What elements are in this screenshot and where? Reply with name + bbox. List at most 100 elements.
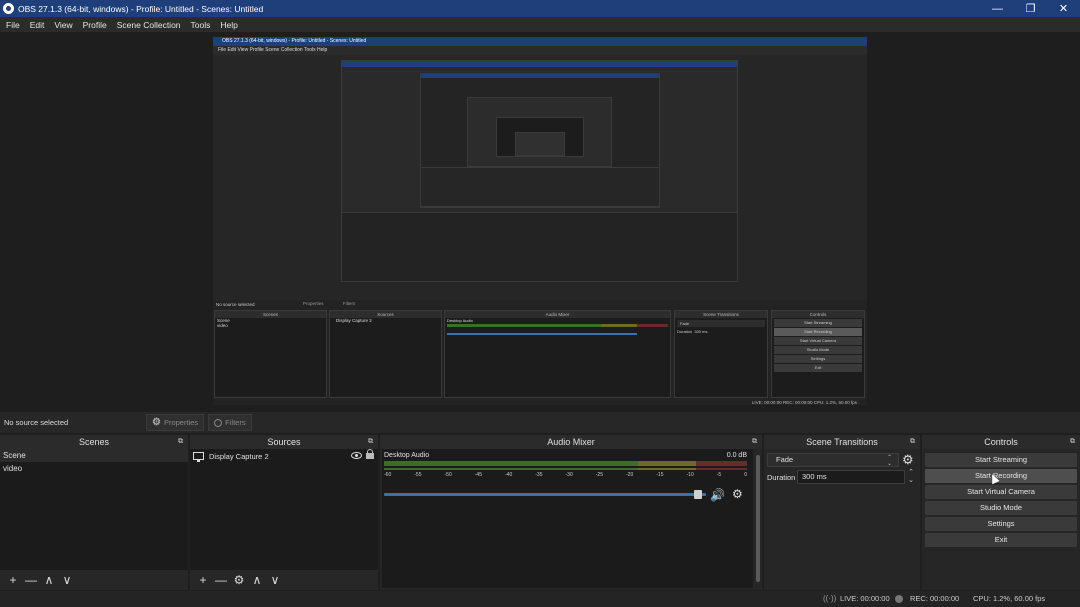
mixer-channel: Desktop Audio 0.0 dB -60 -55 -50 -45 -40… xyxy=(382,449,753,588)
scenes-list[interactable]: Scene video xyxy=(0,449,188,570)
undock-icon[interactable]: ⧉ xyxy=(752,435,757,449)
preview-duration-label-text: Duration xyxy=(677,329,693,334)
mixer-scrollbar[interactable] xyxy=(754,449,762,588)
preview-nested-docks: No source selected Properties Filters Sc… xyxy=(213,300,867,405)
filters-label: Filters xyxy=(225,418,246,427)
source-toolbar: No source selected ⚙ Properties Filters xyxy=(0,412,1080,433)
preview-controls-panel: Controls Start Streaming Start Recording… xyxy=(771,310,865,398)
lock-icon[interactable] xyxy=(366,449,374,459)
meter-tick: -25 xyxy=(595,472,603,478)
meter-tick: -20 xyxy=(626,472,634,478)
live-status: LIVE: 00:00:00 xyxy=(840,594,890,603)
preview-no-source: No source selected xyxy=(216,302,255,307)
scenes-footer: + — ∧ ∨ xyxy=(0,570,188,590)
controls-title: Controls xyxy=(984,437,1018,447)
settings-button[interactable]: Settings xyxy=(925,517,1077,531)
mixer-title: Audio Mixer xyxy=(547,437,595,447)
move-up-button[interactable]: ∧ xyxy=(40,572,58,588)
properties-label: Properties xyxy=(163,418,199,427)
exit-button[interactable]: Exit xyxy=(925,533,1077,547)
preview-filters: Filters xyxy=(343,301,356,306)
studio-mode-button[interactable]: Studio Mode xyxy=(925,501,1077,515)
menu-view[interactable]: View xyxy=(54,20,72,30)
duration-input[interactable]: 300 ms xyxy=(797,470,905,484)
scenes-title: Scenes xyxy=(78,437,110,447)
menu-scene-collection[interactable]: Scene Collection xyxy=(117,20,181,30)
cpu-status: CPU: 1.2%, 60.00 fps xyxy=(973,594,1046,603)
meter-tick: -35 xyxy=(535,472,543,478)
gear-icon[interactable]: ⚙ xyxy=(732,487,743,501)
move-down-button[interactable]: ∨ xyxy=(266,572,284,588)
properties-button[interactable]: ⚙ Properties xyxy=(146,414,205,431)
preview-settings: Settings xyxy=(774,355,862,363)
preview-start-streaming: Start Streaming xyxy=(774,319,862,327)
mixer-dock-header: Audio Mixer ⧉ xyxy=(380,435,762,449)
list-item[interactable]: Scene xyxy=(0,449,188,462)
preview-mixer-meter xyxy=(447,324,668,327)
close-button[interactable]: ✕ xyxy=(1047,0,1080,17)
preview-studio-mode: Studio Mode xyxy=(774,346,862,354)
scenes-dock: Scenes ⧉ Scene video + — ∧ ∨ xyxy=(0,435,188,590)
sources-dock: Sources ⧉ Display Capture 2 + — ⚙ ∧ ∨ xyxy=(190,435,378,590)
undock-icon[interactable]: ⧉ xyxy=(368,435,373,449)
menu-profile[interactable]: Profile xyxy=(83,20,107,30)
start-virtual-camera-button[interactable]: Start Virtual Camera xyxy=(925,485,1077,499)
add-source-button[interactable]: + xyxy=(194,572,212,588)
undock-icon[interactable]: ⧉ xyxy=(910,435,915,449)
rec-status: REC: 00:00:00 xyxy=(910,594,960,603)
sources-list[interactable]: Display Capture 2 xyxy=(190,449,378,570)
undock-icon[interactable]: ⧉ xyxy=(1070,435,1075,449)
meter-tick: -45 xyxy=(474,472,482,478)
source-properties-button[interactable]: ⚙ xyxy=(230,572,248,588)
volume-meter xyxy=(384,461,747,466)
move-down-button[interactable]: ∨ xyxy=(58,572,76,588)
list-item[interactable]: video xyxy=(0,462,188,475)
preview-area: OBS 27.1.3 (64-bit, windows) - Profile: … xyxy=(0,32,1080,412)
preview-scene-item: video xyxy=(217,323,228,328)
preview-nested-window-5 xyxy=(515,132,565,156)
eye-icon[interactable] xyxy=(351,452,362,459)
volume-slider-handle[interactable] xyxy=(694,490,702,499)
preview-duration-label: Duration 300 ms xyxy=(675,329,767,334)
start-streaming-button[interactable]: Start Streaming xyxy=(925,453,1077,467)
menu-file[interactable]: File xyxy=(6,20,20,30)
monitor-icon xyxy=(193,452,204,462)
menu-tools[interactable]: Tools xyxy=(191,20,211,30)
volume-icon[interactable]: 🔊 xyxy=(710,488,725,502)
menu-edit[interactable]: Edit xyxy=(30,20,45,30)
transition-select[interactable]: Fade ⌃ ⌄ xyxy=(767,453,899,467)
move-up-button[interactable]: ∧ xyxy=(248,572,266,588)
start-recording-button[interactable]: Start Recording xyxy=(925,469,1077,483)
add-scene-button[interactable]: + xyxy=(4,572,22,588)
window-controls: — ❐ ✕ xyxy=(981,0,1080,17)
undock-icon[interactable]: ⧉ xyxy=(178,435,183,449)
controls-dock-header: Controls ⧉ xyxy=(922,435,1080,449)
list-item[interactable]: Display Capture 2 xyxy=(190,449,378,463)
scrollbar-thumb[interactable] xyxy=(756,455,760,582)
preview-duration-value: 300 ms xyxy=(694,329,708,334)
preview-properties: Properties xyxy=(303,301,324,306)
meter-tick: -55 xyxy=(414,472,422,478)
live-signal-icon: ((·)) xyxy=(823,594,837,603)
menu-help[interactable]: Help xyxy=(220,20,237,30)
source-name: Display Capture 2 xyxy=(209,451,269,461)
program-preview[interactable]: OBS 27.1.3 (64-bit, windows) - Profile: … xyxy=(213,37,867,405)
preview-status: LIVE: 00:00:00 REC: 00:00:00 CPU: 1.2%, … xyxy=(751,400,857,405)
gear-icon[interactable]: ⚙ xyxy=(902,452,914,468)
minimize-button[interactable]: — xyxy=(981,0,1014,17)
transitions-dock-header: Scene Transitions ⧉ xyxy=(764,435,920,449)
duration-stepper[interactable]: ⌃ ⌄ xyxy=(906,469,916,485)
filters-button[interactable]: Filters xyxy=(208,414,252,431)
remove-scene-button[interactable]: — xyxy=(22,572,40,588)
preview-exit: Exit xyxy=(774,364,862,372)
preview-mixer-channel: Desktop Audio xyxy=(447,318,473,323)
volume-slider[interactable] xyxy=(384,493,706,496)
duration-label: Duration xyxy=(767,473,796,482)
status-bar: ((·)) LIVE: 00:00:00 REC: 00:00:00 CPU: … xyxy=(0,591,1080,607)
preview-nested-window-7 xyxy=(341,212,738,282)
restore-button[interactable]: ❐ xyxy=(1014,0,1047,17)
preview-nested-menu: File Edit View Profile Scene Collection … xyxy=(213,46,867,55)
remove-source-button[interactable]: — xyxy=(212,572,230,588)
preview-controls-title: Controls xyxy=(772,311,864,318)
transition-selected: Fade xyxy=(776,455,794,464)
